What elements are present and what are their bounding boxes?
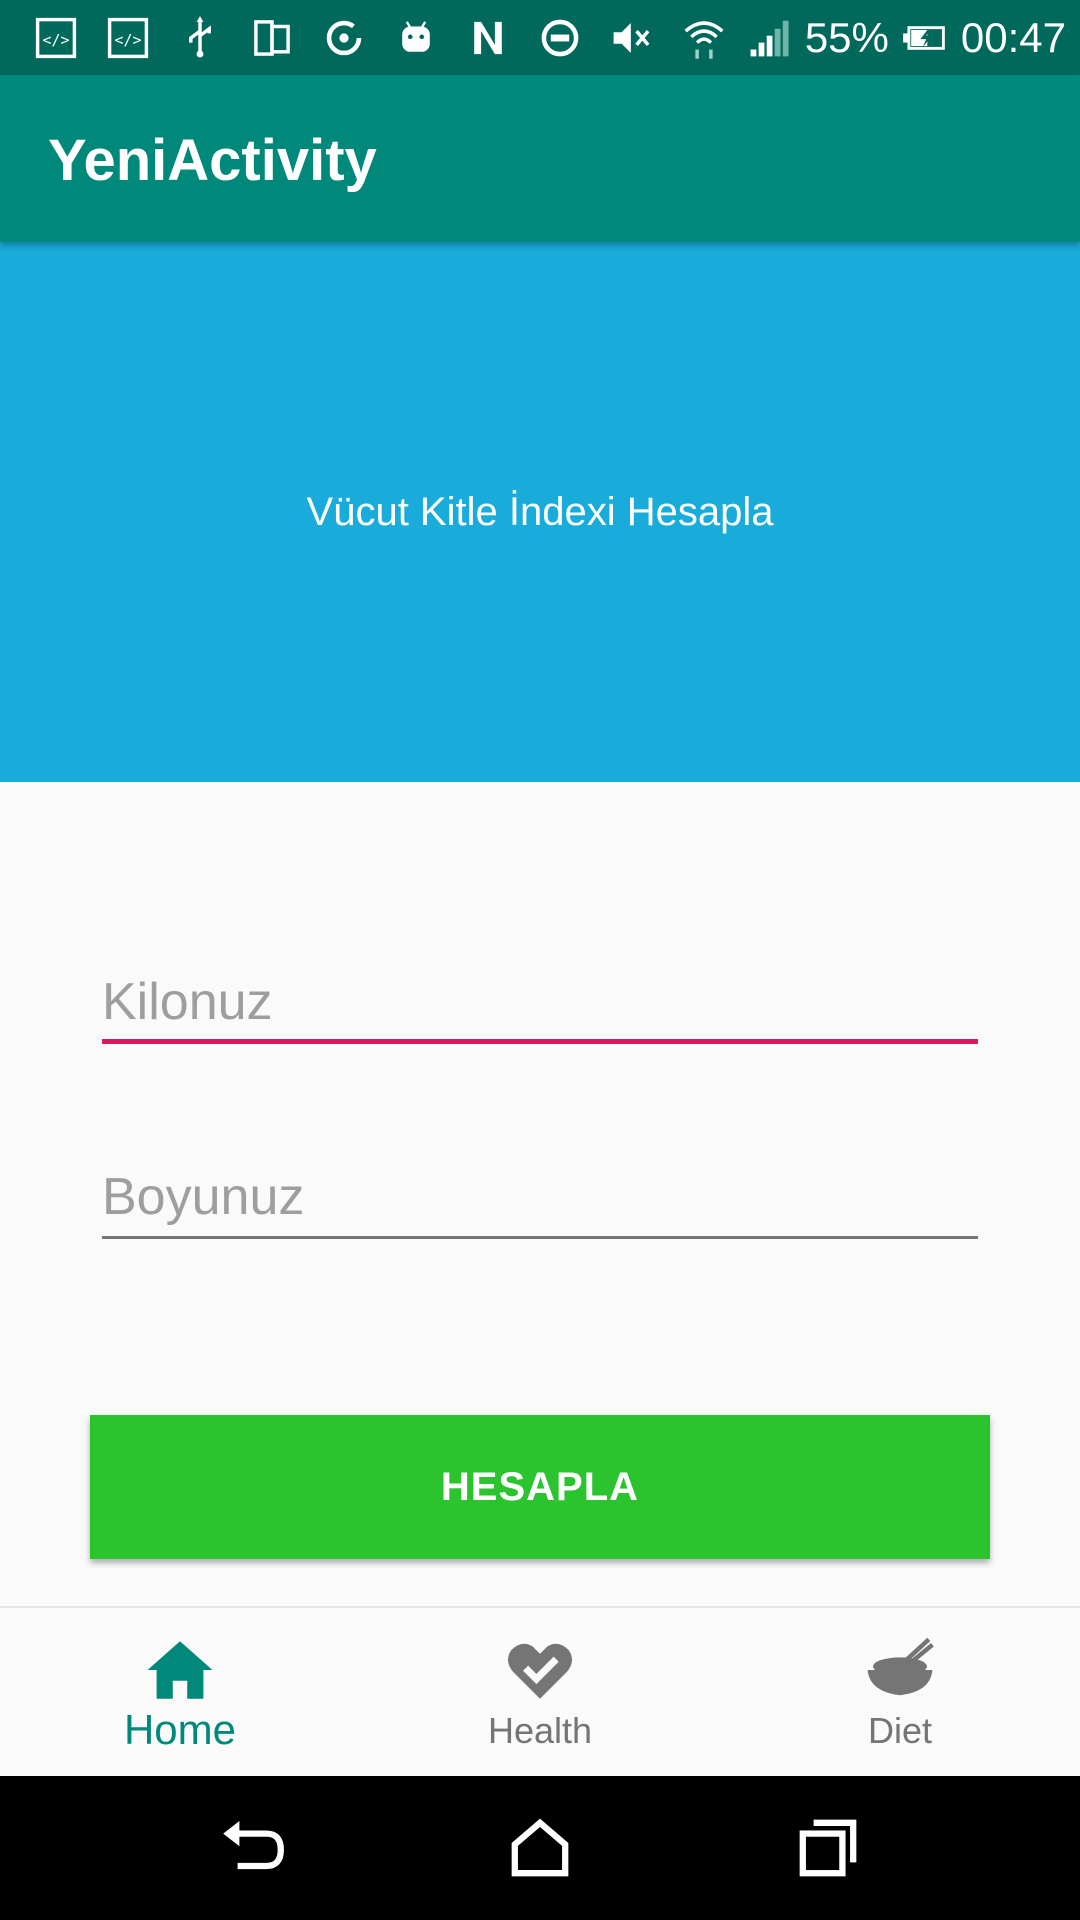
header-banner: Vücut Kitle İndexi Hesapla [0, 242, 1080, 782]
bottom-navigation: Home Health Diet [0, 1606, 1080, 1778]
wifi-icon [678, 12, 730, 64]
status-bar: </> </> 55% 00:47 [0, 0, 1080, 75]
svg-text:</>: </> [115, 31, 142, 49]
android-icon [390, 12, 442, 64]
heart-check-icon [508, 1643, 572, 1699]
nav-item-health[interactable]: Health [360, 1608, 720, 1778]
app-title: YeniActivity [48, 128, 377, 193]
nav-label-home: Home [123, 1706, 237, 1753]
height-input[interactable] [102, 1165, 978, 1229]
code-icon: </> [102, 12, 154, 64]
height-field[interactable] [102, 1165, 978, 1239]
phone-rotate-icon [246, 12, 298, 64]
mute-icon [606, 12, 658, 64]
back-icon[interactable] [216, 1812, 288, 1884]
weight-field-underline [102, 1039, 978, 1044]
height-field-underline [102, 1236, 978, 1239]
app-bar: YeniActivity [0, 75, 1080, 242]
weight-field[interactable] [102, 970, 978, 1044]
calculate-button[interactable]: HESAPLA [90, 1415, 990, 1559]
recent-apps-icon[interactable] [792, 1812, 864, 1884]
signal-icon [745, 12, 793, 64]
weight-input[interactable] [102, 970, 978, 1034]
sync-icon [318, 12, 370, 64]
code-icon: </> [30, 12, 82, 64]
status-right: 55% 00:47 [745, 10, 1066, 66]
system-navigation-bar [0, 1776, 1080, 1920]
bowl-icon [867, 1637, 934, 1696]
usb-icon [174, 12, 226, 64]
do-not-disturb-icon [534, 12, 586, 64]
nav-item-diet[interactable]: Diet [720, 1608, 1080, 1778]
battery-percent: 55% [804, 14, 889, 61]
banner-title: Vücut Kitle İndexi Hesapla [306, 489, 774, 534]
battery-charging-icon [901, 12, 949, 64]
home-button-icon[interactable] [504, 1812, 576, 1884]
nav-item-home[interactable]: Home [0, 1608, 360, 1778]
nfc-icon [462, 12, 514, 64]
nav-label-health: Health [487, 1710, 593, 1751]
nav-label-diet: Diet [867, 1710, 933, 1751]
home-icon [147, 1641, 213, 1699]
svg-text:</>: </> [43, 31, 70, 49]
clock: 00:47 [960, 14, 1066, 61]
notification-icons: </> </> [30, 12, 730, 64]
